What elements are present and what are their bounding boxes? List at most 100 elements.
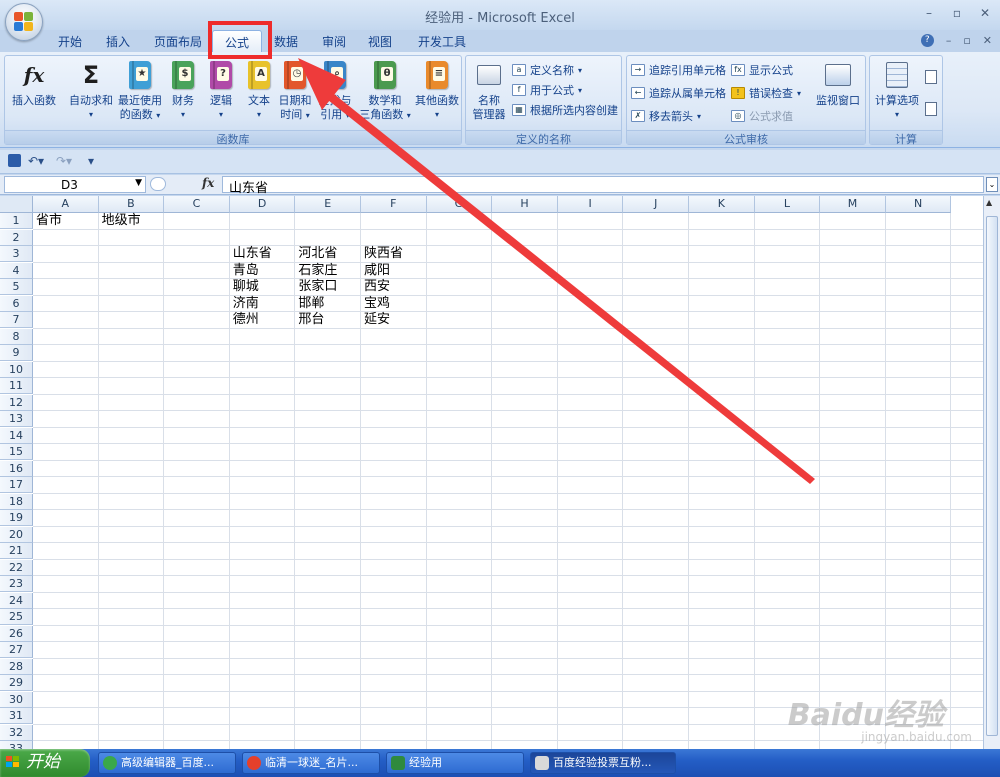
error-checking-button[interactable]: ! 错误检查 ▾: [731, 85, 801, 101]
tab-home[interactable]: 开始: [58, 33, 82, 50]
recent-functions-button[interactable]: ★ 最近使用 的函数 ▾: [115, 60, 165, 123]
cell-A1[interactable]: 省市: [36, 213, 62, 229]
row-header-10[interactable]: 10: [0, 361, 33, 378]
row-header-14[interactable]: 14: [0, 427, 33, 444]
start-button[interactable]: 开始: [0, 749, 90, 777]
row-header-11[interactable]: 11: [0, 378, 33, 394]
worksheet-grid[interactable]: A B C D E F G H I J K L M N 1 2 3 4 5 6 7 8 9 10 11 12 13 14 15 16 17 1…: [0, 196, 983, 749]
cell-D7[interactable]: 德州: [233, 312, 259, 328]
evaluate-formula-button[interactable]: ◎ 公式求值: [731, 108, 793, 124]
redo-icon[interactable]: ↷▾: [56, 154, 72, 168]
save-icon[interactable]: [8, 154, 21, 167]
office-button[interactable]: [5, 3, 43, 41]
cell-F4[interactable]: 咸阳: [364, 263, 390, 279]
create-from-selection-button[interactable]: ▦ 根据所选内容创建: [512, 102, 618, 118]
column-header-G[interactable]: G: [426, 196, 493, 213]
cell-E4[interactable]: 石家庄: [298, 263, 337, 279]
taskbar-item-baidu[interactable]: 百度经验投票互粉...: [530, 752, 676, 774]
tab-insert[interactable]: 插入: [106, 33, 130, 50]
row-header-31[interactable]: 31: [0, 708, 33, 724]
text-functions-button[interactable]: A 文本 ▾: [243, 60, 275, 122]
cell-B1[interactable]: 地级市: [102, 213, 141, 229]
vertical-scrollbar[interactable]: ▲: [983, 196, 1000, 749]
customize-qat-icon[interactable]: ▾: [88, 154, 94, 168]
cell-F6[interactable]: 宝鸡: [364, 296, 390, 312]
row-header-6[interactable]: 6: [0, 295, 33, 312]
row-header-9[interactable]: 9: [0, 345, 33, 361]
row-header-4[interactable]: 4: [0, 262, 33, 279]
row-header-1[interactable]: 1: [0, 213, 33, 229]
undo-icon[interactable]: ↶▾: [28, 154, 44, 168]
column-header-M[interactable]: M: [820, 196, 886, 213]
calc-options-button[interactable]: 计算选项 ▾: [872, 60, 922, 122]
row-header-2[interactable]: 2: [0, 229, 33, 246]
cell-E7[interactable]: 邢台: [298, 312, 324, 328]
formula-input[interactable]: 山东省: [222, 176, 984, 196]
row-header-8[interactable]: 8: [0, 328, 33, 345]
row-header-12[interactable]: 12: [0, 394, 33, 411]
row-header-26[interactable]: 26: [0, 625, 33, 642]
autosum-button[interactable]: Σ 自动求和 ▾: [67, 60, 115, 122]
insert-function-button[interactable]: fx 插入函数: [9, 60, 59, 108]
row-header-24[interactable]: 24: [0, 592, 33, 609]
row-header-29[interactable]: 29: [0, 675, 33, 691]
calculate-sheet-icon[interactable]: [925, 102, 937, 116]
column-header-K[interactable]: K: [689, 196, 755, 213]
fx-icon[interactable]: fx: [202, 176, 214, 190]
logical-button[interactable]: ? 逻辑 ▾: [205, 60, 237, 122]
row-header-28[interactable]: 28: [0, 658, 33, 675]
tab-page-layout[interactable]: 页面布局: [154, 33, 202, 50]
trace-precedents-button[interactable]: → 追踪引用单元格: [631, 62, 726, 78]
row-header-20[interactable]: 20: [0, 526, 33, 543]
cell-D5[interactable]: 聊城: [233, 279, 259, 295]
financial-button[interactable]: $ 财务 ▾: [167, 60, 199, 122]
name-box[interactable]: D3 ▼: [4, 176, 146, 193]
taskbar-item-editor[interactable]: 高级编辑器_百度...: [98, 752, 236, 774]
row-header-30[interactable]: 30: [0, 691, 33, 708]
trace-dependents-button[interactable]: ← 追踪从属单元格: [631, 85, 726, 101]
expand-formula-bar-icon[interactable]: ⌄: [986, 177, 998, 192]
row-header-23[interactable]: 23: [0, 576, 33, 592]
tab-data[interactable]: 数据: [274, 33, 298, 50]
ribbon-minimize-button[interactable]: –: [946, 34, 952, 47]
help-icon[interactable]: ?: [920, 34, 934, 47]
column-header-N[interactable]: N: [885, 196, 952, 213]
column-header-L[interactable]: L: [754, 196, 821, 213]
name-manager-button[interactable]: 名称 管理器: [469, 60, 509, 122]
cell-E6[interactable]: 邯郸: [298, 296, 324, 312]
taskbar-item-excel[interactable]: 经验用: [386, 752, 524, 774]
ribbon-restore-button[interactable]: ▫: [963, 34, 970, 47]
scroll-up-icon[interactable]: ▲: [986, 198, 992, 207]
row-header-18[interactable]: 18: [0, 493, 33, 510]
scroll-thumb[interactable]: [986, 216, 998, 736]
maximize-button[interactable]: ▫: [950, 6, 964, 20]
minimize-button[interactable]: –: [922, 6, 936, 20]
cell-F3[interactable]: 陕西省: [364, 246, 403, 262]
datetime-button[interactable]: ◷ 日期和 时间 ▾: [277, 60, 313, 123]
close-button[interactable]: ✕: [978, 6, 992, 20]
row-header-25[interactable]: 25: [0, 609, 33, 625]
cell-F7[interactable]: 延安: [364, 312, 390, 328]
row-header-16[interactable]: 16: [0, 460, 33, 477]
column-header-D[interactable]: D: [229, 196, 296, 213]
row-header-13[interactable]: 13: [0, 411, 33, 427]
cell-D6[interactable]: 济南: [233, 296, 259, 312]
column-header-F[interactable]: F: [361, 196, 427, 213]
formula-cancel-icon[interactable]: [150, 177, 166, 191]
column-header-A[interactable]: A: [33, 196, 99, 213]
row-header-3[interactable]: 3: [0, 246, 33, 262]
chevron-down-icon[interactable]: ▼: [135, 178, 142, 188]
taskbar-item-profile[interactable]: 临清一球迷_名片...: [242, 752, 380, 774]
cell-E3[interactable]: 河北省: [298, 246, 337, 262]
row-header-32[interactable]: 32: [0, 724, 33, 741]
cell-F5[interactable]: 西安: [364, 279, 390, 295]
tab-review[interactable]: 审阅: [322, 33, 346, 50]
cell-E5[interactable]: 张家口: [298, 279, 337, 295]
more-functions-button[interactable]: ≡ 其他函数 ▾: [413, 60, 461, 122]
column-header-C[interactable]: C: [164, 196, 230, 213]
define-name-button[interactable]: a 定义名称 ▾: [512, 62, 582, 78]
column-header-J[interactable]: J: [623, 196, 689, 213]
use-in-formula-button[interactable]: f 用于公式 ▾: [512, 82, 582, 98]
math-trig-button[interactable]: θ 数学和 三角函数 ▾: [357, 60, 413, 123]
show-formulas-button[interactable]: fx 显示公式: [731, 62, 793, 78]
